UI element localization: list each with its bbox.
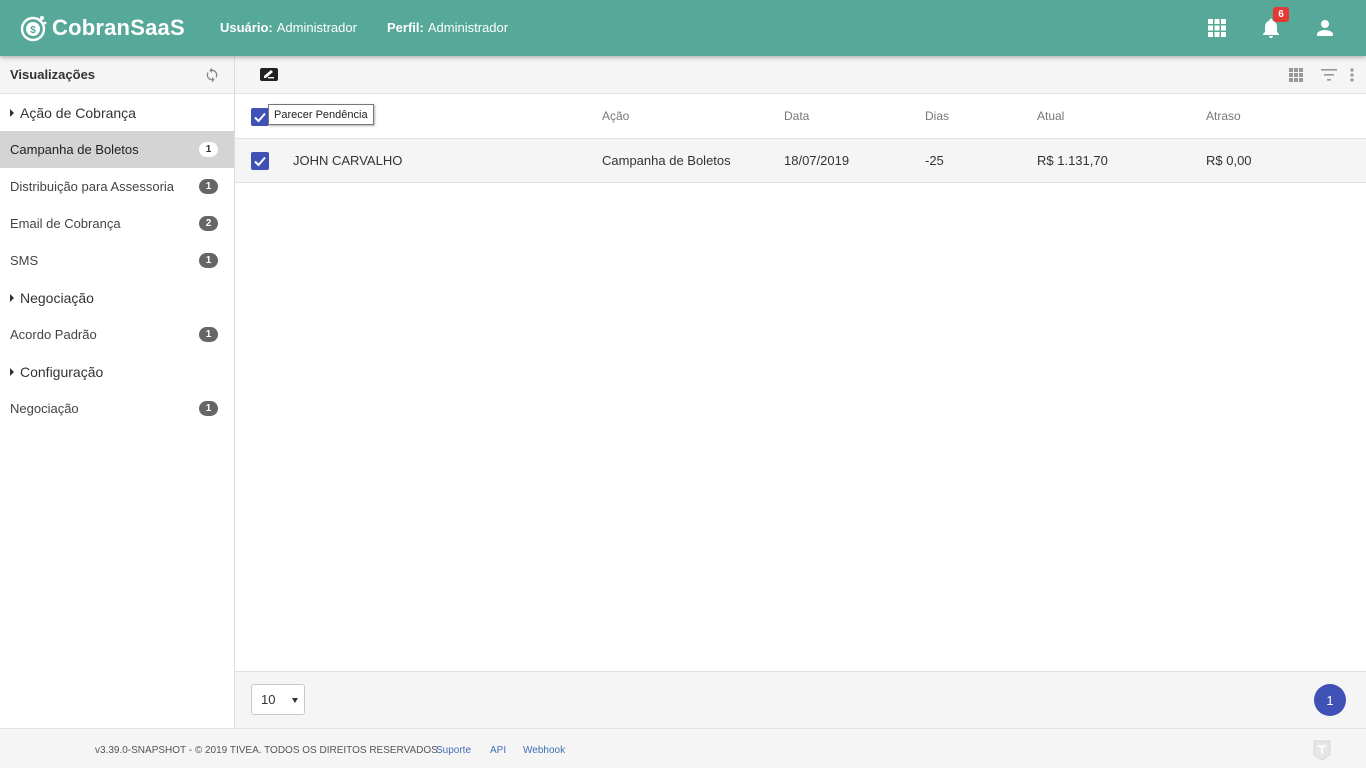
top-bar: $ CobranSaaS Usuário: Administrador Perfi… (0, 0, 1366, 56)
page-footer: v3.39.0-SNAPSHOT - © 2019 TIVEA. TODOS O… (0, 728, 1366, 768)
check-icon (254, 156, 266, 167)
check-icon (254, 112, 266, 123)
notifications-badge: 6 (1273, 7, 1289, 22)
brand-name: CobranSaaS (52, 15, 185, 40)
main-content: Parecer Pendência Ação Data Dias Atual A… (235, 56, 1366, 728)
group-negociacao[interactable]: Negociação (0, 279, 234, 316)
caret-right-icon (10, 367, 14, 376)
sidebar-item-label: Negociação (10, 401, 79, 416)
column-header-data[interactable]: Data (784, 94, 809, 138)
page-size-select[interactable]: 10 (251, 684, 305, 715)
count-badge: 2 (199, 216, 218, 231)
profile-label: Perfil: (387, 20, 424, 35)
dropdown-arrow-icon (292, 698, 298, 703)
group-acao-de-cobranca[interactable]: Ação de Cobrança (0, 94, 234, 131)
sidebar-item-sms[interactable]: SMS 1 (0, 242, 234, 279)
table-row[interactable]: JOHN CARVALHO Campanha de Boletos 18/07/… (235, 139, 1366, 183)
profile-value: Administrador (427, 20, 509, 35)
filter-icon[interactable] (1319, 65, 1339, 85)
sidebar-title: Visualizações (10, 67, 96, 82)
footer-link-api[interactable]: API (490, 745, 506, 756)
user-value: Administrador (276, 20, 357, 35)
account-icon[interactable] (1313, 16, 1337, 40)
group-title-label: Ação de Cobrança (20, 104, 136, 121)
caret-right-icon (10, 293, 14, 302)
sidebar-item-label: SMS (10, 253, 39, 268)
tivea-logo-icon (1313, 740, 1331, 761)
cell-data: 18/07/2019 (784, 153, 850, 168)
rate-edit-icon[interactable] (259, 65, 279, 85)
page-size-value: 10 (261, 692, 276, 707)
group-configuracao[interactable]: Configuração (0, 353, 234, 390)
footer-link-suporte[interactable]: Suporte (436, 745, 471, 756)
apps-grid-icon[interactable] (1205, 16, 1229, 40)
caret-right-icon (10, 108, 14, 117)
count-badge: 1 (199, 327, 218, 342)
sidebar: Visualizações Ação de Cobrança Campanha … (0, 56, 235, 728)
select-all-checkbox[interactable] (251, 108, 269, 126)
sidebar-item-acordo-padrao[interactable]: Acordo Padrão 1 (0, 316, 234, 353)
current-profile: Perfil: Administrador (387, 20, 508, 35)
column-header-acao[interactable]: Ação (602, 94, 629, 138)
column-header-atual[interactable]: Atual (1037, 94, 1064, 138)
cell-dias: -25 (925, 153, 944, 168)
sidebar-item-label: Distribuição para Assessoria (10, 179, 175, 194)
cell-atraso: R$ 0,00 (1206, 153, 1252, 168)
column-header-dias[interactable]: Dias (925, 94, 949, 138)
pagination-bar: 10 1 (235, 671, 1366, 728)
toolbar (235, 56, 1366, 94)
more-vertical-icon[interactable] (1346, 65, 1358, 85)
count-badge: 1 (199, 142, 218, 157)
table-header: Parecer Pendência Ação Data Dias Atual A… (235, 94, 1366, 139)
sidebar-item-campanha-de-boletos[interactable]: Campanha de Boletos 1 (0, 131, 234, 168)
count-badge: 1 (199, 253, 218, 268)
cell-acao: Campanha de Boletos (602, 153, 731, 168)
cell-name: JOHN CARVALHO (293, 153, 403, 168)
sidebar-item-distribuicao-para-assessoria[interactable]: Distribuição para Assessoria 1 (0, 168, 234, 205)
footer-link-webhook[interactable]: Webhook (523, 745, 565, 756)
column-header-atraso[interactable]: Atraso (1206, 94, 1241, 138)
current-user: Usuário: Administrador (220, 20, 357, 35)
grid-view-icon[interactable] (1286, 65, 1306, 85)
user-label: Usuário: (220, 20, 273, 35)
sidebar-item-email-de-cobranca[interactable]: Email de Cobrança 2 (0, 205, 234, 242)
brand-logo[interactable]: $ CobranSaaS (20, 11, 185, 45)
refresh-icon[interactable] (204, 67, 220, 83)
count-badge: 1 (199, 401, 218, 416)
sidebar-header: Visualizações (0, 56, 234, 94)
page-button-current[interactable]: 1 (1314, 684, 1346, 716)
sidebar-item-negociacao[interactable]: Negociação 1 (0, 390, 234, 427)
sidebar-item-label: Acordo Padrão (10, 327, 97, 342)
count-badge: 1 (199, 179, 218, 194)
sidebar-item-label: Campanha de Boletos (10, 142, 139, 157)
sidebar-item-label: Email de Cobrança (10, 216, 121, 231)
svg-text:$: $ (30, 25, 36, 36)
group-title-label: Configuração (20, 363, 104, 380)
tooltip: Parecer Pendência (268, 104, 374, 125)
copyright-text: v3.39.0-SNAPSHOT - © 2019 TIVEA. TODOS O… (95, 745, 441, 756)
cell-atual: R$ 1.131,70 (1037, 153, 1108, 168)
cobransaas-logo-icon: $ (20, 16, 47, 42)
row-checkbox[interactable] (251, 152, 269, 170)
group-title-label: Negociação (20, 289, 94, 306)
